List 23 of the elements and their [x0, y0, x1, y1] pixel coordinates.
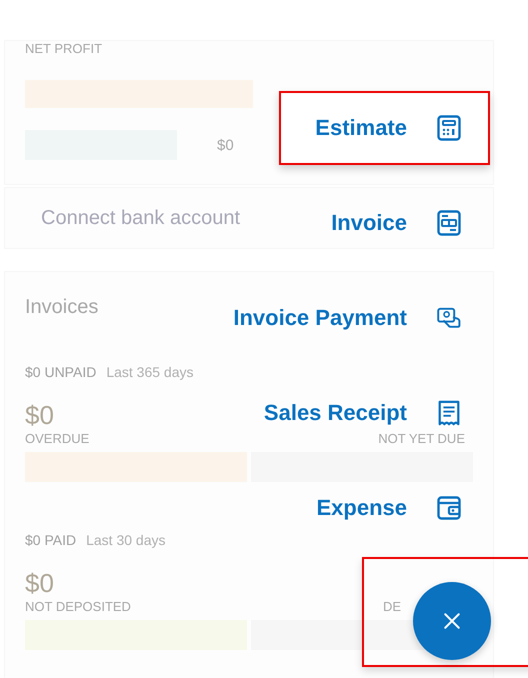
menu-item[interactable]: Invoice [279, 186, 490, 260]
card-in-hand-icon [437, 305, 461, 331]
document-icon [437, 210, 461, 236]
wallet-icon [437, 495, 461, 521]
period-text: Last 365 days [106, 364, 194, 380]
close-icon [443, 612, 461, 630]
receipt-icon [437, 400, 461, 426]
status-label: NOT DEPOSITED [25, 599, 131, 614]
status-label: OVERDUE [25, 431, 90, 446]
section-title: Invoices [25, 296, 98, 319]
period-text: Last 30 days [86, 532, 166, 548]
amount-text: $0 [25, 400, 54, 431]
amount-text: $0 [217, 136, 234, 154]
menu-item[interactable]: Estimate [279, 91, 490, 165]
menu-item[interactable]: Expense [279, 471, 490, 545]
menu-item[interactable]: Invoice Payment [211, 281, 490, 355]
amount-text: $0 [25, 568, 54, 599]
section-title: NET PROFIT [25, 41, 102, 56]
calculator-icon [437, 115, 461, 141]
summary-text: $0 UNPAID [25, 364, 96, 380]
summary-text: $0 PAID [25, 532, 76, 548]
status-label: DE [382, 599, 401, 614]
status-label: NOT YET DUE [378, 431, 465, 446]
